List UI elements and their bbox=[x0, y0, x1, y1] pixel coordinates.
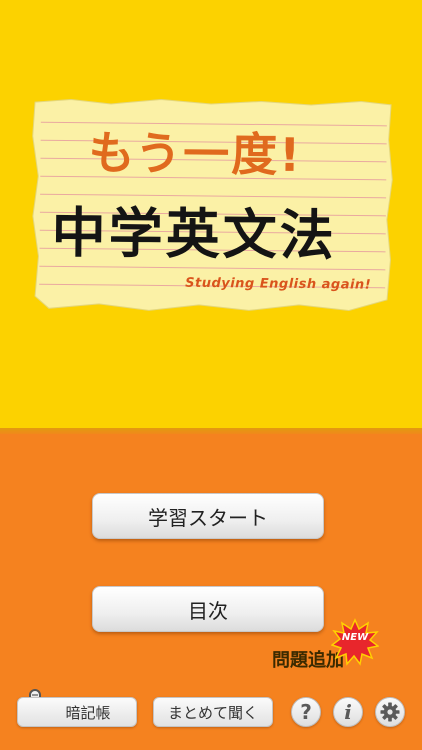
title-note-paper: もう一度! 中学英文法 Studying English again! bbox=[29, 96, 395, 314]
new-badge-text: NEW bbox=[341, 632, 369, 643]
start-learning-button[interactable]: 学習スタート bbox=[92, 493, 324, 539]
help-button[interactable]: ? bbox=[291, 697, 321, 727]
title-line1: もう一度! bbox=[88, 125, 303, 182]
subtitle: Studying English again! bbox=[185, 275, 372, 293]
notebook-button[interactable]: 暗記帳 bbox=[17, 697, 137, 727]
gear-icon bbox=[380, 702, 400, 722]
new-badge: NEW bbox=[331, 618, 379, 666]
title-line2: 中学英文法 bbox=[51, 201, 338, 268]
listen-all-button[interactable]: まとめて聞く bbox=[153, 697, 273, 727]
info-button[interactable]: i bbox=[333, 697, 363, 727]
table-of-contents-button[interactable]: 目次 bbox=[92, 586, 324, 632]
settings-button[interactable] bbox=[375, 697, 405, 727]
